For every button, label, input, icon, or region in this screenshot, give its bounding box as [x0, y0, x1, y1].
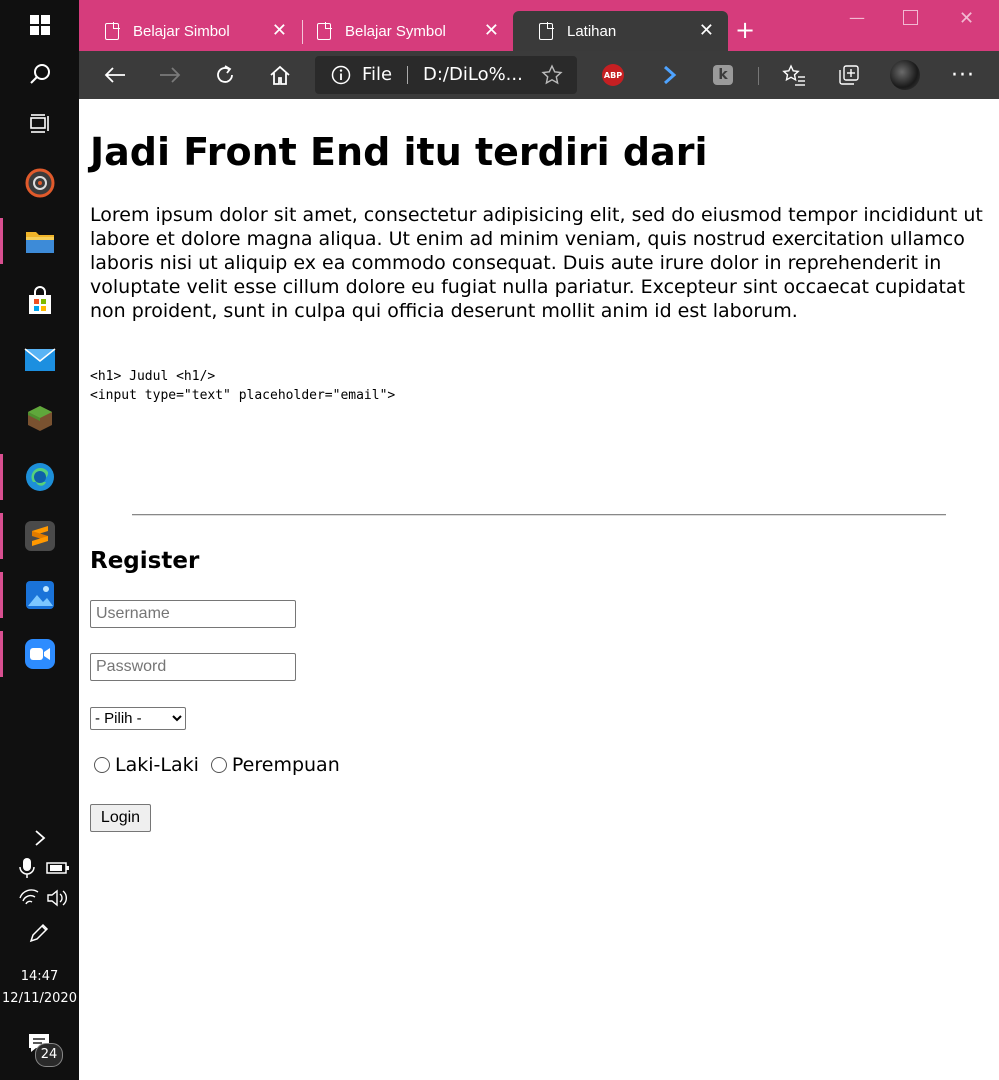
- pilih-select[interactable]: - Pilih -: [90, 707, 186, 730]
- windows-logo-icon: [29, 15, 50, 35]
- radio-label-laki-laki[interactable]: Laki-Laki: [115, 754, 199, 776]
- page-icon: [317, 21, 332, 40]
- address-bar[interactable]: File D:/DiLo%...: [315, 56, 577, 94]
- tab-belajar-symbol[interactable]: Belajar Symbol ✕: [291, 11, 513, 51]
- close-tab-icon[interactable]: ✕: [272, 20, 287, 40]
- web-page: Jadi Front End itu terdiri dari Lorem ip…: [80, 99, 999, 1080]
- back-arrow-icon: [104, 67, 125, 83]
- adblock-icon: ABP: [602, 64, 624, 86]
- photos-icon: [25, 581, 54, 609]
- toolbar-divider: [758, 67, 759, 85]
- code-snippet: <h1> Judul <h1/> <input type="text" plac…: [90, 369, 396, 403]
- radio-label-perempuan[interactable]: Perempuan: [232, 754, 340, 776]
- taskbar-app-store[interactable]: [0, 278, 79, 324]
- maximize-icon[interactable]: [903, 10, 918, 25]
- taskbar-app-edge[interactable]: [0, 454, 79, 500]
- music-player-icon: [25, 168, 54, 198]
- arrow-extension-icon: [664, 65, 677, 85]
- window-close-icon[interactable]: ✕: [959, 8, 974, 29]
- taskbar-app-zoom[interactable]: [0, 631, 79, 677]
- sublime-text-icon: [24, 521, 55, 551]
- mail-icon: [24, 348, 55, 371]
- collections-icon: [839, 65, 859, 85]
- adblock-extension[interactable]: ABP: [597, 59, 629, 91]
- tab-belajar-simbol[interactable]: Belajar Simbol ✕: [79, 11, 301, 51]
- avatar: [890, 60, 920, 90]
- folder-icon: [25, 232, 54, 253]
- close-tab-icon[interactable]: ✕: [484, 20, 499, 40]
- address-url: D:/DiLo%...: [423, 64, 523, 85]
- pen-icon[interactable]: [28, 922, 50, 948]
- windows-taskbar: 14:47 12/11/2020 24: [0, 0, 79, 1080]
- wifi-icon[interactable]: [19, 889, 39, 911]
- address-divider: [407, 66, 408, 84]
- taskbar-app-photos[interactable]: [0, 572, 79, 618]
- login-button[interactable]: Login: [90, 804, 151, 832]
- grass-block-icon: [27, 406, 52, 431]
- tab-latihan[interactable]: Latihan ✕: [513, 11, 728, 51]
- radio-perempuan[interactable]: [210, 757, 227, 773]
- start-button[interactable]: [0, 2, 79, 48]
- more-options-icon[interactable]: ···: [947, 59, 979, 91]
- extension-k[interactable]: k: [707, 59, 739, 91]
- k-extension-icon: k: [713, 65, 733, 85]
- register-heading: Register: [90, 548, 200, 574]
- address-scheme: File: [362, 64, 393, 85]
- refresh-button[interactable]: [209, 59, 241, 91]
- taskbar-app-minecraft[interactable]: [0, 395, 79, 441]
- search-icon: [29, 64, 50, 84]
- tab-title: Latihan: [567, 22, 617, 40]
- close-tab-icon[interactable]: ✕: [699, 20, 714, 40]
- action-center-button[interactable]: 24: [28, 1033, 64, 1067]
- new-tab-icon[interactable]: +: [735, 17, 755, 43]
- tab-title: Belajar Symbol: [345, 22, 446, 40]
- edge-icon: [25, 463, 54, 491]
- lorem-paragraph: Lorem ipsum dolor sit amet, consectetur …: [90, 204, 983, 322]
- volume-icon[interactable]: [46, 889, 68, 911]
- taskbar-app-music[interactable]: [0, 160, 79, 206]
- page-icon: [105, 21, 120, 40]
- collections-button[interactable]: [833, 59, 865, 91]
- gender-radio-group: Laki-Laki Perempuan: [94, 754, 340, 776]
- home-icon: [270, 65, 290, 85]
- clock-time[interactable]: 14:47: [0, 969, 79, 984]
- page-icon: [539, 21, 554, 40]
- task-view-button[interactable]: [0, 101, 79, 147]
- battery-icon[interactable]: [46, 860, 70, 880]
- extension-arrow[interactable]: [654, 59, 686, 91]
- browser-toolbar: File D:/DiLo%... ABP k ···: [79, 51, 999, 99]
- username-input[interactable]: [90, 600, 296, 628]
- profile-button[interactable]: [889, 59, 921, 91]
- tab-strip: Belajar Simbol ✕ Belajar Symbol ✕ Latiha…: [79, 0, 999, 51]
- horizontal-rule: [132, 514, 946, 516]
- microphone-icon[interactable]: [17, 857, 37, 883]
- chevron-right-icon: [34, 830, 45, 846]
- minimize-icon[interactable]: —: [849, 8, 865, 27]
- notification-count-badge: 24: [35, 1043, 63, 1067]
- favorites-button[interactable]: [778, 59, 810, 91]
- radio-laki-laki[interactable]: [94, 757, 110, 773]
- page-title: Jadi Front End itu terdiri dari: [90, 130, 708, 174]
- zoom-icon: [24, 639, 55, 669]
- forward-arrow-icon: [160, 67, 181, 83]
- taskbar-app-file-explorer[interactable]: [0, 218, 79, 264]
- taskbar-app-mail[interactable]: [0, 337, 79, 383]
- star-icon[interactable]: [541, 64, 563, 86]
- forward-button[interactable]: [154, 59, 186, 91]
- task-view-icon: [29, 114, 49, 133]
- search-button[interactable]: [0, 51, 79, 97]
- clock-date[interactable]: 12/11/2020: [0, 991, 79, 1006]
- info-icon[interactable]: [331, 65, 351, 85]
- refresh-icon: [217, 65, 233, 83]
- back-button[interactable]: [99, 59, 131, 91]
- tray-expand-button[interactable]: [0, 815, 79, 861]
- taskbar-app-sublime[interactable]: [0, 513, 79, 559]
- home-button[interactable]: [264, 59, 296, 91]
- password-input[interactable]: [90, 653, 296, 681]
- store-icon: [28, 286, 51, 314]
- favorites-icon: [782, 64, 805, 86]
- tab-title: Belajar Simbol: [133, 22, 230, 40]
